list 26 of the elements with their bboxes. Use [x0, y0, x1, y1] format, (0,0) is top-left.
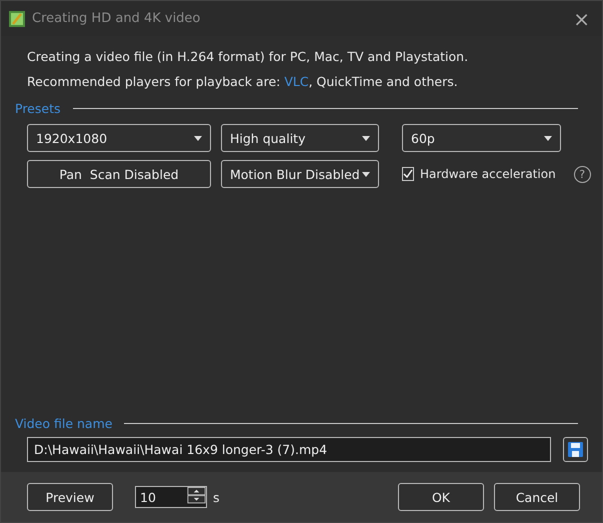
- checkbox-label: Hardware acceleration: [420, 167, 556, 181]
- vlc-link[interactable]: VLC: [284, 74, 309, 89]
- players-text: Recommended players for playback are: VLC, QuickTime and others.: [27, 73, 459, 91]
- seconds-unit: s: [213, 490, 220, 504]
- file-name-legend: Video file name: [15, 416, 112, 431]
- preview-button[interactable]: Preview: [27, 483, 113, 511]
- checkbox[interactable]: [402, 167, 414, 181]
- ok-button[interactable]: OK: [398, 483, 484, 511]
- dropdown[interactable]: 60p: [402, 124, 561, 152]
- save-button[interactable]: [563, 437, 588, 462]
- file-name-field[interactable]: D:\Hawaii\Hawaii\Hawai 16x9 longer-3 (7).mp4: [27, 437, 552, 462]
- caret-icon: [544, 136, 552, 140]
- caret-icon: [362, 136, 370, 140]
- pan-scan-button[interactable]: Pan Scan Disabled: [27, 160, 211, 188]
- dropdown[interactable]: High quality: [221, 124, 379, 152]
- caret-icon: [194, 136, 202, 140]
- close-button[interactable]: ×: [569, 6, 594, 30]
- help-icon[interactable]: ?: [574, 166, 591, 182]
- cancel-button[interactable]: Cancel: [494, 483, 580, 511]
- description-text: Creating a video file (in H.264 format) for PC, Mac, TV and Playstation.: [27, 48, 470, 66]
- dropdown[interactable]: Motion Blur Disabled: [221, 160, 379, 188]
- app-icon: [9, 10, 25, 26]
- dropdown[interactable]: 1920x1080: [27, 124, 211, 152]
- window-title: Creating HD and 4K video: [32, 11, 202, 26]
- presets-legend: Presets: [15, 101, 60, 116]
- caret-icon: [362, 172, 370, 176]
